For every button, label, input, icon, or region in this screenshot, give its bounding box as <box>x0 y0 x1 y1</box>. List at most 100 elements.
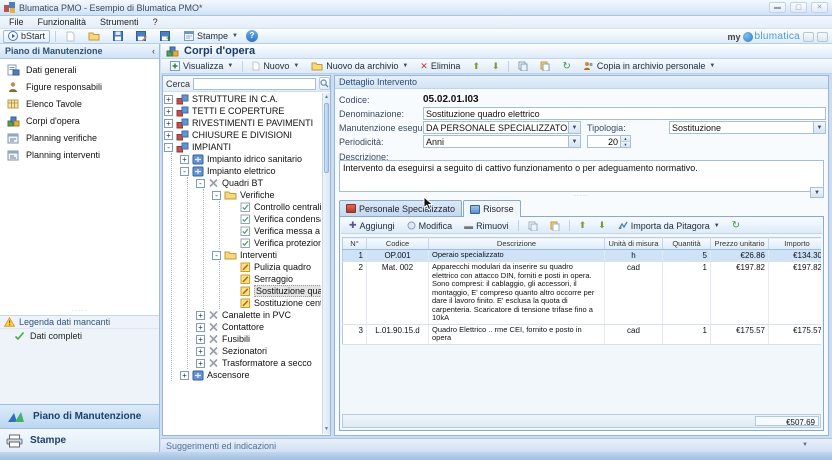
denominazione-input[interactable] <box>423 107 826 120</box>
manutenzione-select[interactable]: DA PERSONALE SPECIALIZZATO ▼ <box>423 121 581 134</box>
elimina-button[interactable]: ✕ Elimina <box>415 60 465 73</box>
tree-node[interactable]: - Impianto elettrico <box>180 165 321 177</box>
copy-row-icon[interactable] <box>523 219 543 232</box>
row-up-button[interactable]: ⬆ <box>574 219 592 232</box>
close-icon[interactable]: ✕ <box>811 2 828 13</box>
menu-file[interactable]: File <box>2 16 31 28</box>
modifica-button[interactable]: Modifica <box>402 219 458 232</box>
section-piano-di-manutenzione[interactable]: Piano di Manutenzione <box>0 404 159 428</box>
search-input[interactable] <box>193 77 317 90</box>
tree-expander-icon[interactable]: + <box>196 346 205 356</box>
tree-expander-icon[interactable]: + <box>196 358 205 368</box>
tree-node[interactable]: Controllo centralina <box>228 201 321 213</box>
tree-node[interactable]: - Quadri BT <box>196 177 321 189</box>
table-row[interactable]: 1 OP.001 Operaio specializzato h 5 €26.86 €134… <box>342 249 821 262</box>
refresh-icon[interactable]: ↻ <box>557 60 575 73</box>
save-edit-icon[interactable] <box>131 30 152 43</box>
tree-expander-icon[interactable]: + <box>196 310 205 320</box>
account-icon[interactable] <box>803 31 814 42</box>
collapse-panel-icon[interactable]: ‹ <box>152 46 155 56</box>
scroll-down-icon[interactable]: ▼ <box>323 425 330 434</box>
paste-icon[interactable] <box>535 60 555 73</box>
tree-node[interactable]: + Trasformatore a secco <box>196 357 321 369</box>
grid-refresh-icon[interactable]: ↻ <box>727 219 745 232</box>
tree-node[interactable]: - Verifiche <box>212 189 321 201</box>
new-document-icon[interactable] <box>61 30 80 43</box>
tree-expander-icon[interactable]: - <box>164 142 173 152</box>
tree-node[interactable]: Sostituzione quadro elettrico <box>228 285 321 297</box>
chevron-down-icon[interactable]: ▼ <box>568 136 580 147</box>
spin-down-icon[interactable]: ▼ <box>621 142 630 147</box>
section-stampe[interactable]: Stampe <box>0 428 159 452</box>
paste-row-icon[interactable] <box>545 219 565 232</box>
rimuovi-button[interactable]: ▬ Rimuovi <box>459 219 514 232</box>
importa-pitagora-button[interactable]: Importa da Pitagora ▼ <box>613 219 725 232</box>
tree-expander-icon[interactable]: + <box>164 130 173 140</box>
tree-expander-icon[interactable]: + <box>164 118 173 128</box>
sidebar-item-corpi-d-opera[interactable]: Corpi d'opera <box>0 112 159 129</box>
tab-personale-specializzato[interactable]: Personale Specializzato <box>339 200 463 216</box>
table-row[interactable]: 2 Mat. 002 Apparecchi modulari da inserire… <box>342 261 821 325</box>
column-header[interactable]: Quantità <box>662 237 711 250</box>
column-header[interactable]: Prezzo unitario <box>710 237 769 250</box>
tree-node[interactable]: Sostituzione centralina <box>228 297 321 309</box>
tree-node[interactable]: Verifica condensatori <box>228 213 321 225</box>
column-header[interactable]: Codice <box>366 237 429 250</box>
periodicita-value-input[interactable] <box>588 136 620 147</box>
nuovo-button[interactable]: Nuovo ▼ <box>247 60 304 73</box>
visualizza-button[interactable]: Visualizza ▼ <box>165 60 238 73</box>
sidebar-item-dati-generali[interactable]: Dati generali <box>0 61 159 78</box>
tree-scrollbar[interactable]: ▲ ▼ <box>322 93 330 434</box>
periodicita-value-stepper[interactable]: ▲▼ <box>587 135 631 148</box>
tree-expander-icon[interactable]: + <box>196 334 205 344</box>
save-export-icon[interactable] <box>155 30 176 43</box>
scrollbar-thumb[interactable] <box>324 103 329 173</box>
tree-expander-icon[interactable]: + <box>164 94 173 104</box>
copia-archivio-button[interactable]: Copia in archivio personale ▼ <box>578 60 721 73</box>
menu-?[interactable]: ? <box>146 16 165 28</box>
help-icon[interactable]: ? <box>246 30 258 42</box>
tree-node[interactable]: + Contattore <box>196 321 321 333</box>
detail-splitter[interactable]: ····· <box>339 193 824 199</box>
search-icon[interactable] <box>319 77 331 90</box>
tree-expander-icon[interactable]: + <box>164 106 173 116</box>
tab-risorse[interactable]: Risorse <box>463 200 521 217</box>
aggiungi-button[interactable]: ✚ Aggiungi <box>344 219 400 232</box>
scroll-up-icon[interactable]: ▲ <box>323 93 330 102</box>
chevron-down-icon[interactable]: ▼ <box>568 122 580 133</box>
table-row[interactable]: 3 L.01.90.15.d Quadro Elettrico .. rme CEI… <box>342 324 821 345</box>
sidebar-item-elenco-tavole[interactable]: Elenco Tavole <box>0 95 159 112</box>
save-icon[interactable] <box>108 30 128 43</box>
minimize-icon[interactable]: ▬ <box>769 2 786 13</box>
tree-node[interactable]: - IMPIANTI <box>164 141 321 153</box>
tree-node[interactable]: Serraggio <box>228 273 321 285</box>
sidebar-item-planning-verifiche[interactable]: Planning verifiche <box>0 129 159 146</box>
my-blumatica-logo[interactable]: my blumatica <box>727 31 800 42</box>
stampe-button[interactable]: Stampe ▼ <box>179 30 243 43</box>
tree-expander-icon[interactable]: + <box>180 154 189 164</box>
tree-node[interactable]: + CHIUSURE E DIVISIONI <box>164 129 321 141</box>
sidebar-item-planning-interventi[interactable]: Planning interventi <box>0 146 159 163</box>
bstart-button[interactable]: bStart <box>3 29 51 43</box>
tipologia-select[interactable]: Sostituzione ▼ <box>669 121 826 134</box>
tree-expander-icon[interactable]: + <box>196 322 205 332</box>
tree-node[interactable]: + TETTI E COPERTURE <box>164 105 321 117</box>
tree-node[interactable]: + RIVESTIMENTI E PAVIMENTI <box>164 117 321 129</box>
sidebar-splitter[interactable]: ····· <box>0 308 159 314</box>
tree-node[interactable]: + Fusibili <box>196 333 321 345</box>
open-folder-icon[interactable] <box>83 30 105 43</box>
tree-node[interactable]: + Ascensore <box>180 369 321 381</box>
window-icon[interactable] <box>817 31 828 42</box>
nuovo-da-archivio-button[interactable]: Nuovo da archivio ▼ <box>306 60 413 73</box>
move-down-button[interactable]: ⬇ <box>487 60 505 73</box>
column-header[interactable]: Unità di misura <box>604 237 663 250</box>
tree-expander-icon[interactable]: + <box>180 370 189 380</box>
copy-icon[interactable] <box>513 60 533 73</box>
row-down-button[interactable]: ⬇ <box>593 219 611 232</box>
descrizione-textarea[interactable]: Intervento da eseguirsi a seguito di cat… <box>339 160 824 192</box>
tree-expander-icon[interactable]: - <box>180 166 189 176</box>
chevron-down-icon[interactable]: ▼ <box>813 122 825 133</box>
column-header[interactable]: Importo <box>768 237 821 250</box>
tree-node[interactable]: Pulizia quadro <box>228 261 321 273</box>
tree-node[interactable]: + Impianto idrico sanitario <box>180 153 321 165</box>
